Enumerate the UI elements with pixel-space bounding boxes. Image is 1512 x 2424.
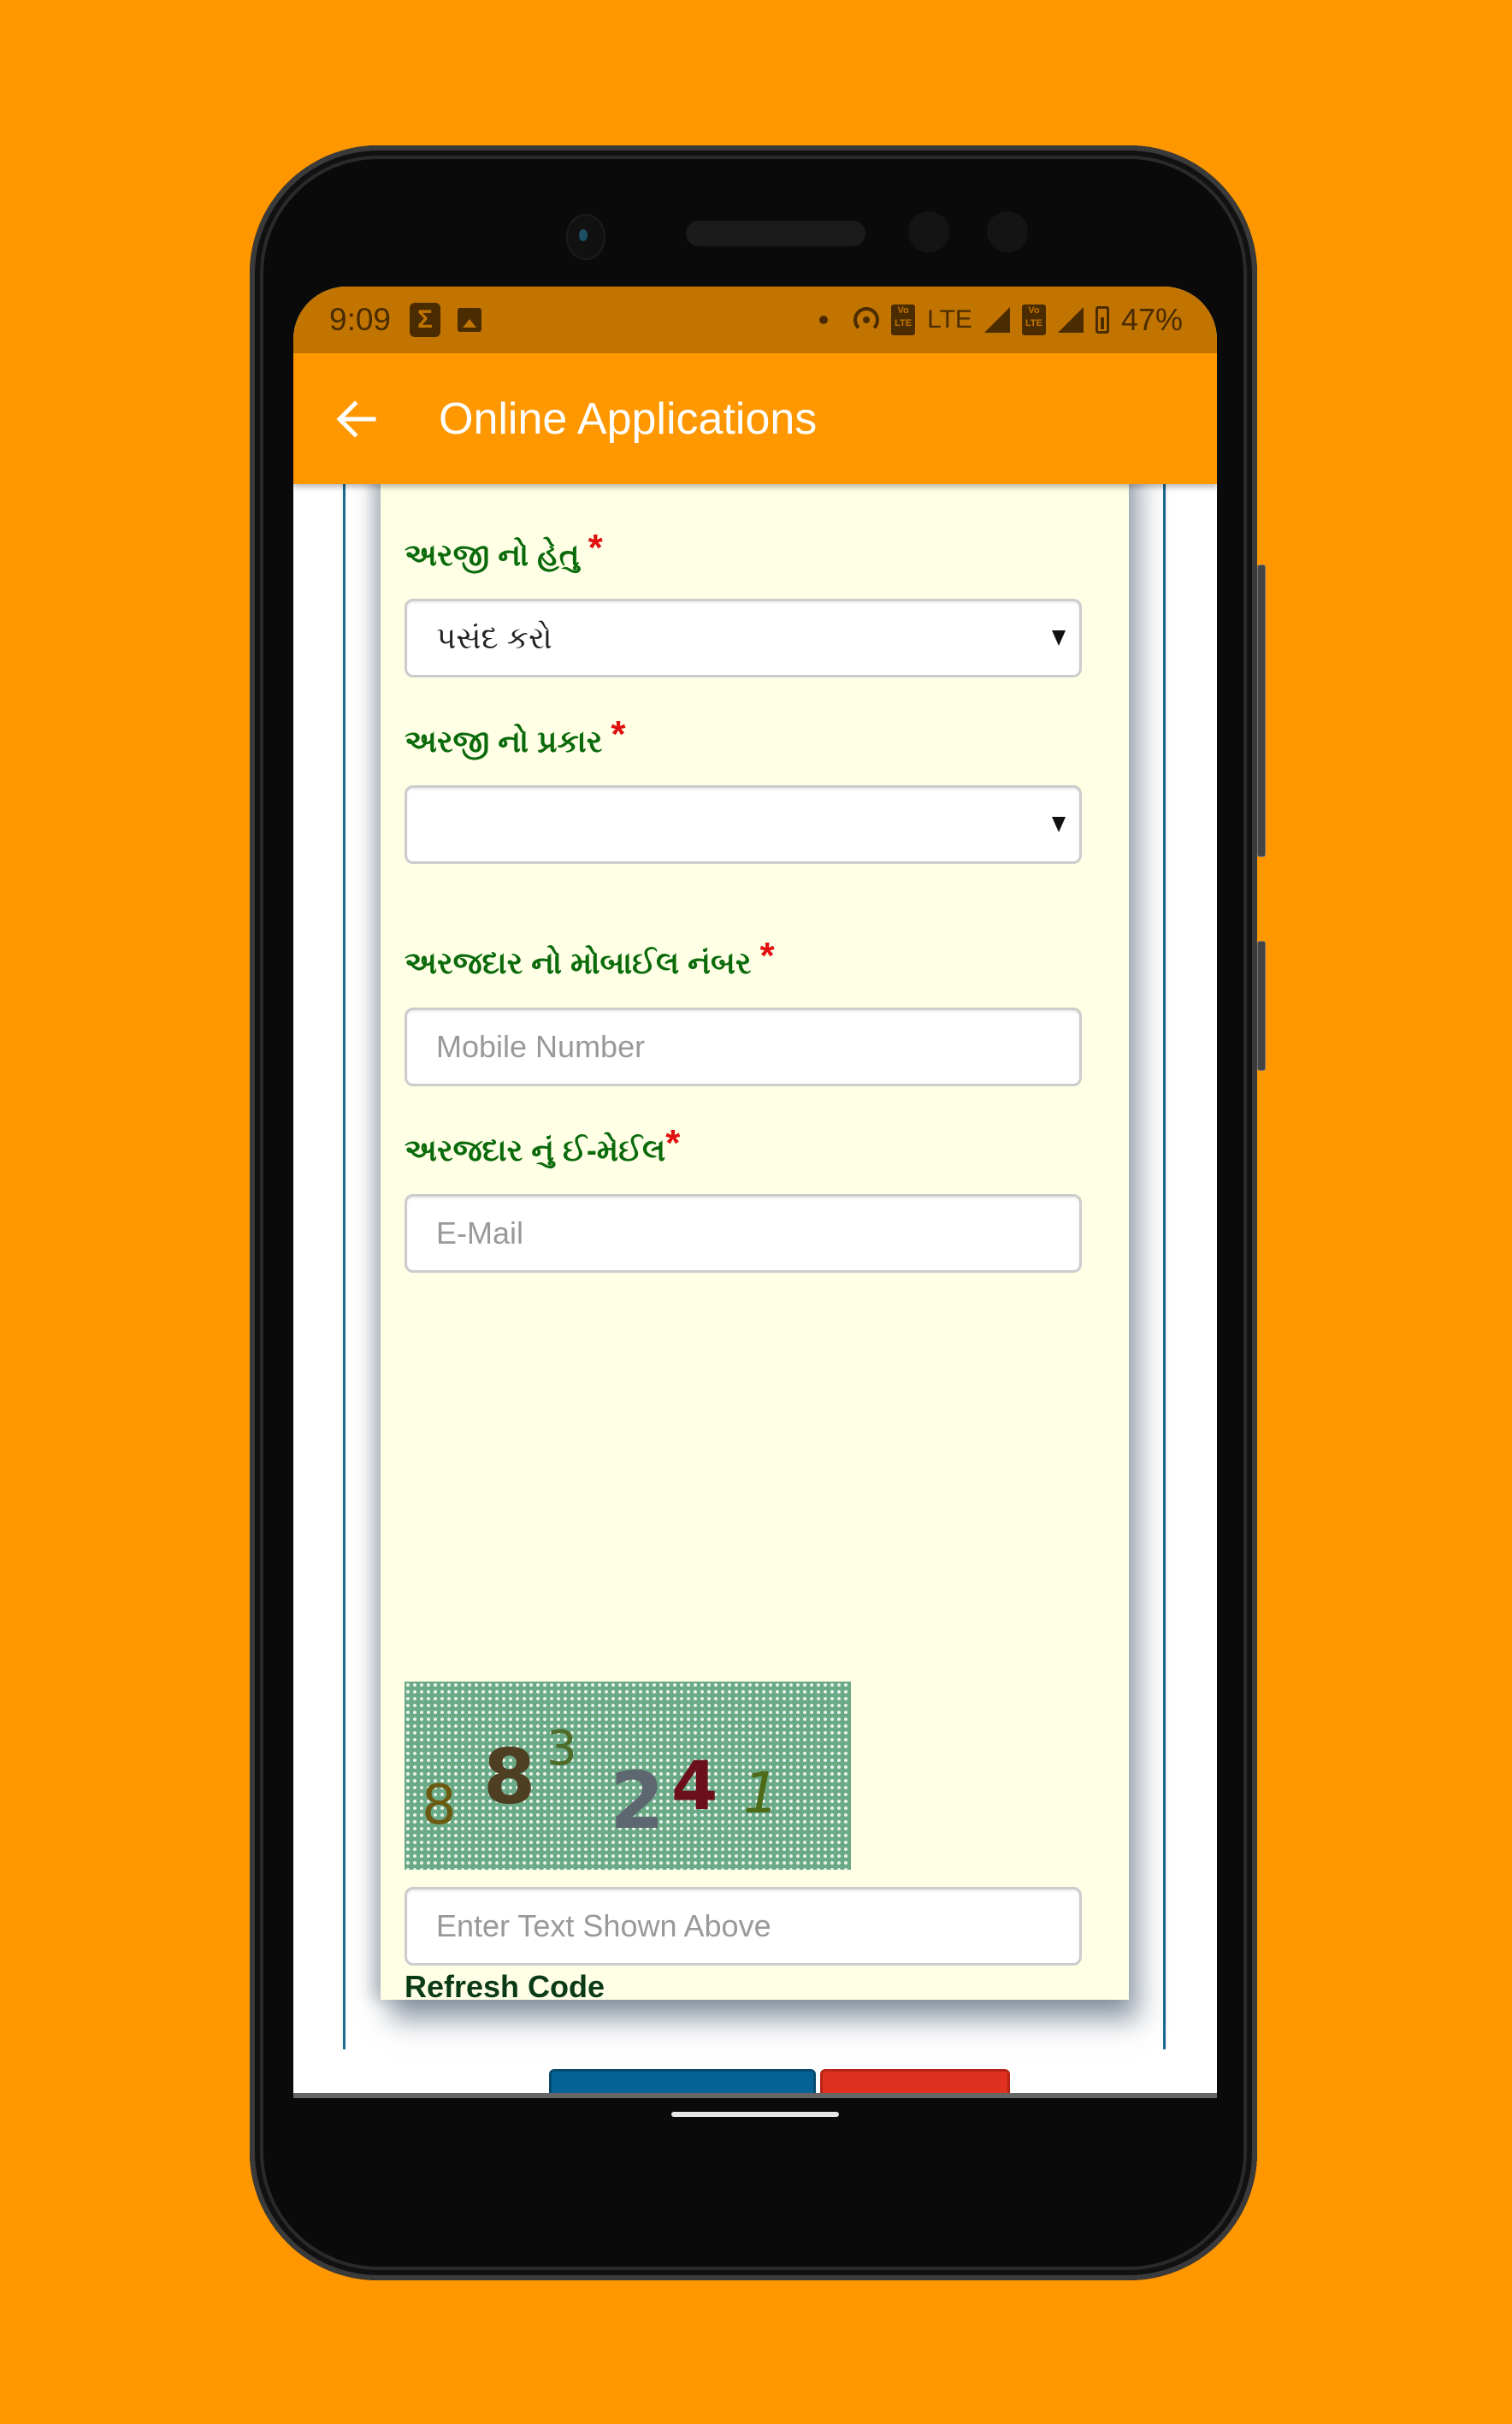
captcha-char: 1 <box>743 1760 779 1826</box>
mobile-label: અરજદાર નો મોબાઈલ નંબર * <box>405 935 775 980</box>
cancel-button[interactable]: Cancel <box>820 2069 1010 2093</box>
earpiece-speaker <box>686 221 865 246</box>
battery-charging-icon <box>1095 306 1109 334</box>
volte-icon: Vo LTE <box>1021 304 1046 335</box>
type-select[interactable] <box>405 785 1082 864</box>
email-label: અરજદાર નું ઈ-મેઈલ* <box>405 1122 681 1168</box>
captcha-input[interactable]: Enter Text Shown Above <box>405 1887 1082 1966</box>
dot-icon <box>819 316 829 324</box>
captcha-char: 4 <box>671 1748 718 1825</box>
refresh-code-link[interactable]: Refresh Code <box>405 1969 605 2005</box>
status-right-icons: Vo LTE LTE Vo LTE 47% <box>819 302 1183 338</box>
purpose-selected-value: પસંદ કરો <box>436 619 552 655</box>
app-bar: Online Applications <box>293 353 1217 484</box>
mobile-placeholder: Mobile Number <box>436 1029 646 1064</box>
page-title: Online Applications <box>439 393 818 444</box>
front-camera-icon <box>566 214 605 260</box>
home-indicator[interactable] <box>671 2112 839 2117</box>
volume-button <box>1257 565 1266 857</box>
required-mark: * <box>611 713 626 755</box>
battery-percent: 47% <box>1120 302 1183 337</box>
captcha-char: 8 <box>483 1733 536 1821</box>
required-mark: * <box>588 527 603 569</box>
captcha-char: 3 <box>546 1721 577 1777</box>
hotspot-icon <box>853 307 880 333</box>
scroll-content[interactable]: (કારણદર્શક નોટિસ અન્વયના રજૂઆત) અરજી નો … <box>293 484 1217 2093</box>
volte-icon: Vo LTE <box>891 304 916 335</box>
phone-screen: 9:09 Σ Vo LTE LTE Vo LTE 47% Online Applic… <box>293 287 1217 2098</box>
mobile-number-input[interactable]: Mobile Number <box>405 1008 1082 1086</box>
captcha-char: 2 <box>610 1755 665 1847</box>
status-time: 9:09 <box>329 302 392 337</box>
back-button[interactable] <box>331 393 382 445</box>
captcha-image: 8 8 3 2 4 1 <box>405 1682 851 1870</box>
captcha-placeholder: Enter Text Shown Above <box>436 1908 771 1943</box>
application-form-card: (કારણદર્શક નોટિસ અન્વયના રજૂઆત) અરજી નો … <box>381 484 1129 2093</box>
proximity-sensor <box>908 211 949 252</box>
required-mark: * <box>759 935 775 977</box>
captcha-char: 8 <box>422 1774 457 1837</box>
dropdown-caret-icon <box>1052 630 1066 646</box>
email-placeholder: E-Mail <box>436 1215 524 1250</box>
power-button <box>1257 941 1266 1071</box>
required-mark: * <box>665 1122 681 1164</box>
arrow-left-icon <box>336 399 376 438</box>
signal-icon <box>1057 307 1084 333</box>
sigma-notification-icon: Σ <box>410 303 441 337</box>
generate-otp-button[interactable]: Generate OTP <box>549 2069 816 2093</box>
network-type-label: LTE <box>927 305 972 334</box>
status-bar: 9:09 Σ Vo LTE LTE Vo LTE 47% <box>293 287 1217 353</box>
gallery-icon <box>458 308 482 332</box>
type-label: અરજી નો પ્રકાર * <box>405 713 626 759</box>
email-input[interactable]: E-Mail <box>405 1194 1082 1273</box>
purpose-select[interactable]: પસંદ કરો <box>405 599 1082 677</box>
dropdown-caret-icon <box>1052 817 1066 832</box>
light-sensor <box>987 211 1028 252</box>
purpose-label: અરજી નો હેતુ * <box>405 527 603 572</box>
signal-icon <box>983 307 1010 333</box>
